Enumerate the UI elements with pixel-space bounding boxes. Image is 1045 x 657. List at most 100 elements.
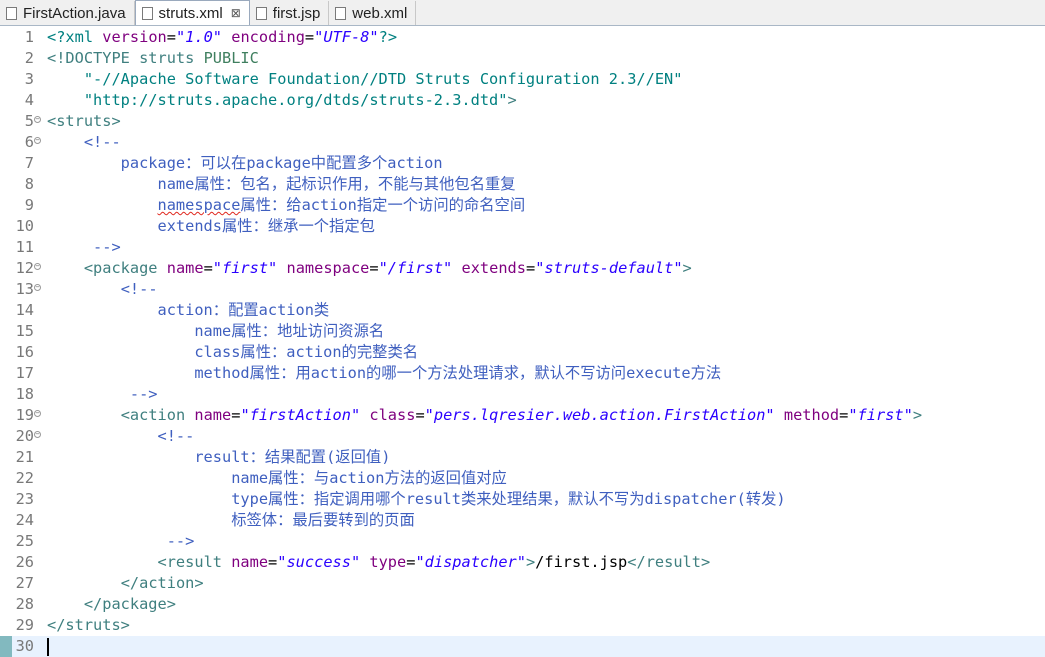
code-line[interactable]: 11 -->: [0, 237, 1045, 258]
code-content: name属性：地址访问资源名: [47, 321, 384, 342]
fold-toggle-icon[interactable]: −: [34, 263, 41, 270]
code-content: name属性：包名，起标识作用，不能与其他包名重复: [47, 174, 516, 195]
code-editor[interactable]: 1 <?xml version="1.0" encoding="UTF-8"?> 2…: [0, 26, 1045, 657]
code-token: =: [525, 259, 536, 277]
code-line[interactable]: 25 -->: [0, 531, 1045, 552]
code-line[interactable]: 28 </package>: [0, 594, 1045, 615]
code-line[interactable]: 22 name属性：与action方法的返回值对应: [0, 468, 1045, 489]
code-line[interactable]: 21 result：结果配置(返回值): [0, 447, 1045, 468]
code-token: <package: [83, 259, 167, 277]
code-line[interactable]: 4 "http://struts.apache.org/dtds/struts-…: [0, 90, 1045, 111]
code-content: result：结果配置(返回值): [47, 447, 390, 468]
code-content: "http://struts.apache.org/dtds/struts-2.…: [47, 90, 517, 111]
code-content: -->: [47, 531, 195, 552]
code-token: <struts>: [47, 112, 121, 130]
code-line[interactable]: 7 package：可以在package中配置多个action: [0, 153, 1045, 174]
line-number: 13: [15, 280, 34, 298]
line-number: 28: [15, 595, 34, 613]
fold-toggle-icon[interactable]: −: [34, 431, 41, 438]
code-token: extends属性：继承一个指定包: [47, 217, 375, 235]
code-line[interactable]: 17 method属性：用action的哪一个方法处理请求，默认不写访问exec…: [0, 363, 1045, 384]
code-token: "1.0": [175, 28, 223, 46]
line-number: 20: [15, 427, 34, 445]
close-tab-icon[interactable]: ⊠: [231, 6, 241, 20]
code-line[interactable]: 6− <!--: [0, 132, 1045, 153]
code-line[interactable]: 14 action：配置action类: [0, 300, 1045, 321]
code-token: type属性：指定调用哪个result类来处理结果，默认不写为dispatche…: [47, 490, 786, 508]
code-content: </package>: [47, 594, 176, 615]
code-token: =: [839, 406, 849, 424]
code-line[interactable]: 5− <struts>: [0, 111, 1045, 132]
line-number: 22: [15, 469, 34, 487]
line-number: 8: [24, 175, 34, 193]
code-line[interactable]: 20− <!--: [0, 426, 1045, 447]
code-token: "first": [848, 406, 913, 424]
code-content: action：配置action类: [47, 300, 330, 321]
line-number: 10: [15, 217, 34, 235]
code-token: <action: [120, 406, 195, 424]
code-line[interactable]: 19− <action name="firstAction" class="pe…: [0, 405, 1045, 426]
code-line[interactable]: 18 -->: [0, 384, 1045, 405]
code-content: <!--: [47, 132, 121, 153]
code-token: -->: [47, 385, 158, 403]
code-line[interactable]: 27 </action>: [0, 573, 1045, 594]
line-number: 2: [24, 49, 34, 67]
code-line[interactable]: 1 <?xml version="1.0" encoding="UTF-8"?>: [0, 27, 1045, 48]
code-line[interactable]: 2 <!DOCTYPE struts PUBLIC: [0, 48, 1045, 69]
line-number: 18: [15, 385, 34, 403]
code-line[interactable]: 15 name属性：地址访问资源名: [0, 321, 1045, 342]
code-token: ?>: [378, 28, 398, 46]
code-line[interactable]: 24 标签体：最后要转到的页面: [0, 510, 1045, 531]
jsp-file-icon: [255, 6, 267, 20]
fold-toggle-icon[interactable]: −: [34, 116, 41, 123]
line-number: 12: [15, 259, 34, 277]
code-token: 标签体：最后要转到的页面: [47, 511, 415, 529]
code-line[interactable]: 30: [0, 636, 1045, 657]
line-number: 11: [15, 238, 34, 256]
code-content: <struts>: [47, 111, 121, 132]
line-number: 29: [15, 616, 34, 634]
code-line[interactable]: 9 namespace属性：给action指定一个访问的命名空间: [0, 195, 1045, 216]
tab-first-jsp[interactable]: first.jsp: [250, 1, 330, 25]
code-line[interactable]: 8 name属性：包名，起标识作用，不能与其他包名重复: [0, 174, 1045, 195]
tab-web-xml[interactable]: web.xml: [329, 1, 417, 25]
code-line[interactable]: 10 extends属性：继承一个指定包: [0, 216, 1045, 237]
line-number: 26: [15, 553, 34, 571]
code-token: "dispatcher": [415, 553, 526, 571]
fold-toggle-icon[interactable]: −: [34, 284, 41, 291]
fold-toggle-icon[interactable]: −: [34, 137, 41, 144]
code-content: name属性：与action方法的返回值对应: [47, 468, 507, 489]
code-content: 标签体：最后要转到的页面: [47, 510, 415, 531]
text-caret: [47, 637, 49, 656]
code-content: extends属性：继承一个指定包: [47, 216, 375, 237]
line-number: 16: [15, 343, 34, 361]
code-token: =: [268, 553, 278, 571]
code-token: encoding: [231, 28, 305, 46]
code-token: <!--: [157, 427, 195, 445]
code-content: method属性：用action的哪一个方法处理请求，默认不写访问execute…: [47, 363, 721, 384]
code-line[interactable]: 29 </struts>: [0, 615, 1045, 636]
code-content: <!--: [47, 426, 195, 447]
code-token: "http://struts.apache.org/dtds/struts-2.…: [83, 91, 508, 109]
code-token: "firstAction": [240, 406, 361, 424]
code-line[interactable]: 3 "-//Apache Software Foundation//DTD St…: [0, 69, 1045, 90]
code-token: method属性：用action的哪一个方法处理请求，默认不写访问execute…: [47, 364, 722, 382]
line-number: 15: [15, 322, 34, 340]
code-content: <!--: [47, 279, 158, 300]
code-content: </action>: [47, 573, 204, 594]
line-number: 17: [15, 364, 34, 382]
line-number: 9: [24, 196, 34, 214]
code-line[interactable]: 12− <package name="first" namespace="/fi…: [0, 258, 1045, 279]
code-line[interactable]: 23 type属性：指定调用哪个result类来处理结果，默认不写为dispat…: [0, 489, 1045, 510]
code-line[interactable]: 26 <result name="success" type="dispatch…: [0, 552, 1045, 573]
code-line[interactable]: 16 class属性：action的完整类名: [0, 342, 1045, 363]
code-token: name: [194, 406, 232, 424]
tab-struts-xml[interactable]: struts.xml ⊠: [134, 0, 250, 25]
line-number: 25: [15, 532, 34, 550]
code-line[interactable]: 13− <!--: [0, 279, 1045, 300]
fold-toggle-icon[interactable]: −: [34, 410, 41, 417]
tab-firstaction-java[interactable]: FirstAction.java: [0, 1, 135, 25]
